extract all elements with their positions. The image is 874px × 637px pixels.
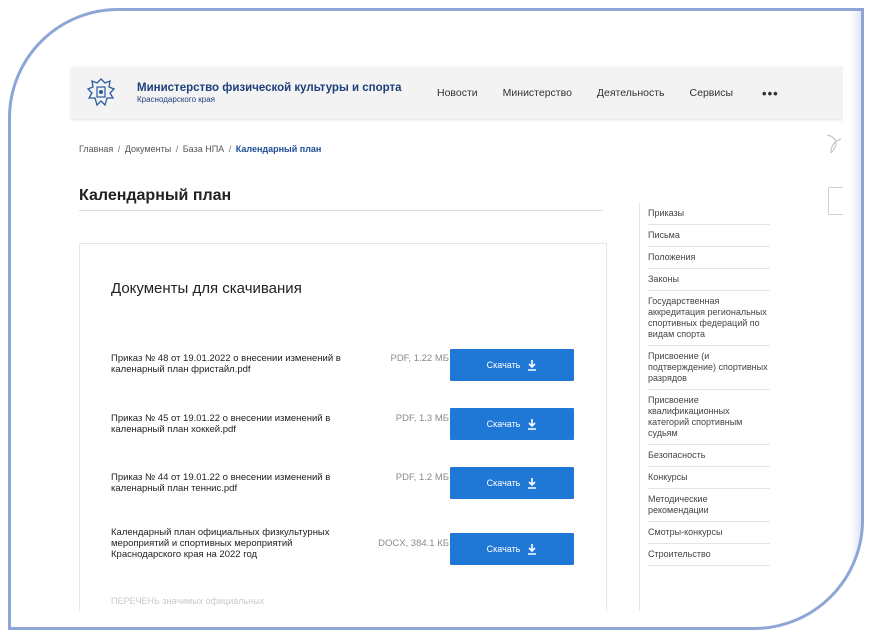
download-label: Скачать — [486, 360, 521, 370]
download-icon — [528, 543, 537, 555]
page: Министерство физической культуры и спорт… — [63, 63, 843, 611]
breadcrumb-documents[interactable]: Документы — [125, 144, 171, 154]
org-title: Министерство физической культуры и спорт… — [137, 81, 402, 94]
document-meta: PDF, 1.22 МБ — [390, 353, 449, 364]
sidebar-item-orders[interactable]: Приказы — [648, 203, 770, 225]
breadcrumb-separator: / — [228, 144, 232, 154]
documents-heading: Документы для скачивания — [111, 280, 302, 297]
breadcrumb: Главная / Документы / База НПА / Календа… — [79, 144, 321, 154]
download-label: Скачать — [486, 478, 521, 488]
organization-name[interactable]: Министерство физической культуры и спорт… — [137, 82, 402, 104]
nav-news[interactable]: Новости — [437, 87, 478, 99]
sidebar-item-regulations[interactable]: Положения — [648, 247, 770, 269]
title-divider — [79, 210, 603, 211]
breadcrumb-home[interactable]: Главная — [79, 144, 113, 154]
main-nav: Новости Министерство Деятельность Сервис… — [437, 67, 779, 119]
download-icon — [528, 477, 537, 489]
site-header: Министерство физической культуры и спорт… — [71, 67, 843, 119]
sidebar-item-reviews[interactable]: Смотры-конкурсы — [648, 522, 770, 544]
download-label: Скачать — [486, 544, 521, 554]
download-button[interactable]: Скачать — [450, 533, 574, 565]
document-name[interactable]: Приказ № 45 от 19.01.22 о внесении измен… — [111, 413, 351, 435]
page-title: Календарный план — [79, 187, 232, 204]
sidebar-item-judge-categories[interactable]: Присвоение квалификационных категорий сп… — [648, 390, 770, 445]
download-button[interactable]: Скачать — [450, 467, 574, 499]
sidebar-item-construction[interactable]: Строительство — [648, 544, 770, 566]
document-name[interactable]: Приказ № 48 от 19.01.2022 о внесении изм… — [111, 353, 351, 375]
document-name-faded[interactable]: ПЕРЕЧЕНЬ значимых официальных — [111, 596, 264, 606]
accessibility-icon[interactable] — [825, 133, 843, 160]
sidebar-item-contests[interactable]: Конкурсы — [648, 467, 770, 489]
document-name[interactable]: Приказ № 44 от 19.01.22 о внесении измен… — [111, 472, 351, 494]
download-label: Скачать — [486, 419, 521, 429]
sidebar-item-letters[interactable]: Письма — [648, 225, 770, 247]
documents-sidebar: Приказы Письма Положения Законы Государс… — [639, 203, 772, 611]
download-icon — [528, 359, 537, 371]
document-meta: DOCX, 384.1 КБ — [378, 538, 449, 549]
download-icon — [528, 418, 537, 430]
breadcrumb-current: Календарный план — [235, 144, 322, 154]
screenshot-frame: Министерство физической культуры и спорт… — [8, 8, 864, 630]
sidebar-item-guidelines[interactable]: Методические рекомендации — [648, 489, 770, 522]
nav-ministry[interactable]: Министерство — [503, 87, 572, 99]
document-meta: PDF, 1.2 МБ — [395, 472, 449, 483]
breadcrumb-npa-base[interactable]: База НПА — [183, 144, 224, 154]
coat-of-arms-icon[interactable] — [81, 73, 121, 113]
breadcrumb-separator: / — [117, 144, 121, 154]
sidebar-item-sport-ranks[interactable]: Присвоение (и подтверждение) спортивных … — [648, 346, 770, 390]
document-name[interactable]: Календарный план официальных физкультурн… — [111, 527, 351, 560]
org-subtitle: Краснодарского края — [137, 95, 215, 105]
nav-activity[interactable]: Деятельность — [597, 87, 665, 99]
document-meta: PDF, 1.3 МБ — [395, 413, 449, 424]
breadcrumb-separator: / — [175, 144, 179, 154]
nav-services[interactable]: Сервисы — [690, 87, 734, 99]
sidebar-item-laws[interactable]: Законы — [648, 269, 770, 291]
more-menu-icon[interactable]: ••• — [762, 86, 779, 101]
sidebar-item-security[interactable]: Безопасность — [648, 445, 770, 467]
download-button[interactable]: Скачать — [450, 408, 574, 440]
download-button[interactable]: Скачать — [450, 349, 574, 381]
side-panel-toggle[interactable] — [828, 187, 843, 215]
sidebar-item-accreditation[interactable]: Государственная аккредитация региональны… — [648, 291, 770, 346]
documents-card: Документы для скачивания Приказ № 48 от … — [79, 243, 607, 611]
